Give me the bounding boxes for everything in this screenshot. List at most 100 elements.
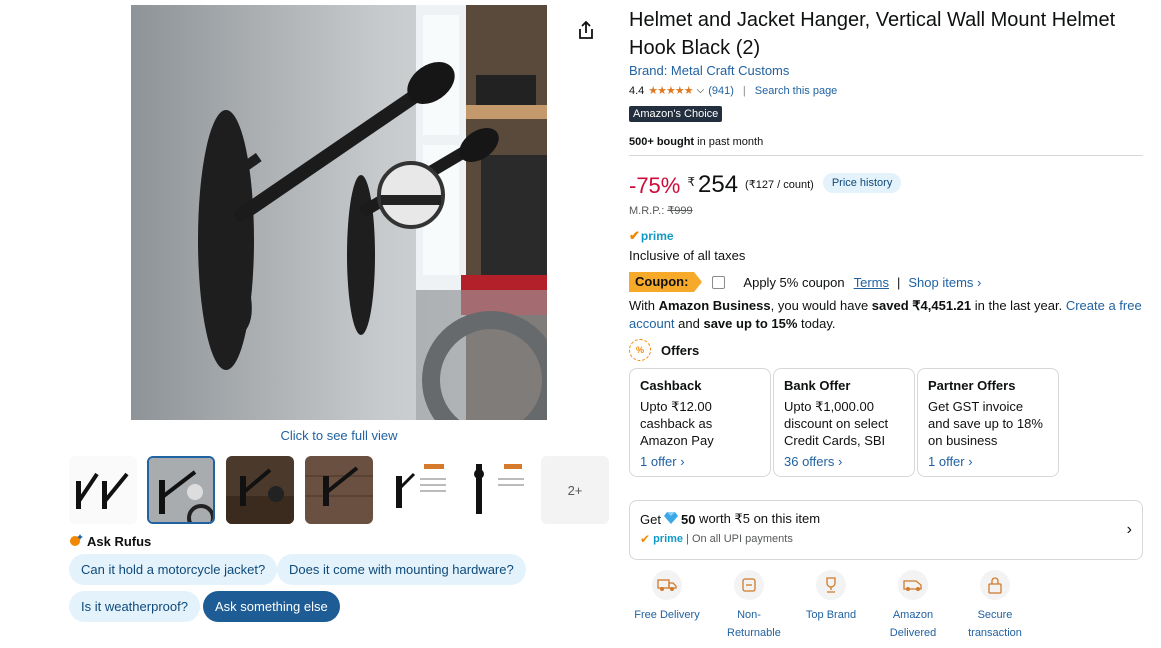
mrp: M.R.P.: ₹999 xyxy=(629,204,693,217)
coupon-text: Apply 5% coupon xyxy=(743,274,845,290)
separator: | xyxy=(742,84,746,97)
coupon-separator: | xyxy=(897,274,901,290)
offer-link[interactable]: 1 offer › xyxy=(640,453,760,470)
feature-label: Free Delivery xyxy=(634,609,700,621)
business-bold: Amazon Business xyxy=(658,298,771,313)
price-history-button[interactable]: Price history xyxy=(822,173,902,193)
ask-something-else-button[interactable]: Ask something else xyxy=(203,591,340,622)
offer-desc: Upto ₹12.00 cashback as Amazon Pay Balan… xyxy=(640,399,714,448)
amazon-business-info: With Amazon Business, you would have sav… xyxy=(629,297,1144,333)
coupon-terms-link[interactable]: Terms xyxy=(854,275,889,290)
click-full-view-link[interactable]: Click to see full view xyxy=(131,428,547,443)
prime-check-icon: ✔ xyxy=(629,228,640,243)
prime-text: prime xyxy=(640,229,674,243)
coupon-checkbox[interactable] xyxy=(712,275,726,289)
chevron-right-icon[interactable]: › xyxy=(1127,521,1132,539)
business-text: With xyxy=(629,298,659,313)
chevron-down-icon[interactable]: ⌵ xyxy=(697,85,705,96)
shop-items-link[interactable]: Shop items › xyxy=(908,275,981,290)
inclusive-taxes: Inclusive of all taxes xyxy=(629,248,746,263)
feature-label: Non-Returnable xyxy=(727,609,781,639)
thumbnail-6[interactable] xyxy=(462,456,530,524)
business-save-up: save up to 15% xyxy=(703,316,798,331)
currency-symbol: ₹ xyxy=(687,175,695,189)
share-icon[interactable] xyxy=(576,20,596,40)
trophy-icon xyxy=(816,570,846,600)
bought-count-bold: 500+ bought xyxy=(629,136,695,148)
business-text: today. xyxy=(797,316,836,331)
main-product-image[interactable] xyxy=(131,5,547,420)
offer-link[interactable]: 36 offers › xyxy=(784,453,904,470)
rufus-chip-jacket[interactable]: Can it hold a motorcycle jacket? xyxy=(69,554,278,585)
offer-card-partner[interactable]: Partner Offers Get GST invoice and save … xyxy=(917,368,1059,477)
supercoin-offer[interactable]: Get 50 worth ₹5 on this item ✔ prime | O… xyxy=(629,500,1143,560)
offer-desc: Upto ₹1,000.00 discount on select Credit… xyxy=(784,399,889,448)
offer-link[interactable]: 1 offer › xyxy=(928,453,1048,470)
business-saved: saved ₹4,451.21 xyxy=(871,298,972,313)
offer-desc: Get GST invoice and save up to 18% on bu… xyxy=(928,399,1043,448)
offers-heading: % Offers xyxy=(629,339,699,361)
offer-title: Partner Offers xyxy=(928,378,1016,393)
feature-top-brand[interactable]: Top Brand xyxy=(791,570,871,624)
offer-card-cashback[interactable]: Cashback Upto ₹12.00 cashback as Amazon … xyxy=(629,368,771,477)
thumbnail-5[interactable] xyxy=(384,456,452,524)
offer-percent-icon: % xyxy=(629,339,651,361)
feature-amazon-delivered[interactable]: Amazon Delivered xyxy=(873,570,953,642)
rufus-chip-hardware[interactable]: Does it come with mounting hardware? xyxy=(277,554,526,585)
business-text: , you would have xyxy=(770,298,872,313)
feature-label: Secure transaction xyxy=(968,609,1022,639)
rating-row: 4.4 ★★★★★ ⌵ (941) | Search this page xyxy=(629,84,838,98)
unit-price: (₹127 / count) xyxy=(745,179,814,191)
prime-check-icon: ✔ xyxy=(640,532,651,546)
diamond-icon xyxy=(663,511,678,527)
delivery-truck-icon xyxy=(652,570,682,600)
feature-label: Top Brand xyxy=(805,609,857,621)
rufus-chip-weatherproof[interactable]: Is it weatherproof? xyxy=(69,591,200,622)
offer-card-bank[interactable]: Bank Offer Upto ₹1,000.00 discount on se… xyxy=(773,368,915,477)
ask-rufus-label: Ask Rufus xyxy=(69,533,151,550)
supercoin-line: Get 50 worth ₹5 on this item xyxy=(640,511,1132,527)
supercoin-rest: worth ₹5 on this item xyxy=(695,511,821,526)
thumbnail-2[interactable] xyxy=(147,456,215,524)
prime-badge[interactable]: ✔ prime xyxy=(629,228,674,244)
upi-text: | On all UPI payments xyxy=(686,533,793,545)
no-return-icon xyxy=(734,570,764,600)
mrp-label: M.R.P.: xyxy=(629,205,668,217)
feature-free-delivery[interactable]: Free Delivery xyxy=(627,570,707,624)
amazon-van-icon xyxy=(898,570,928,600)
star-rating-icon[interactable]: ★★★★★ xyxy=(648,84,693,97)
feature-label: Amazon Delivered xyxy=(889,609,937,639)
offer-title: Bank Offer xyxy=(784,378,851,393)
discount-percent: -75% xyxy=(629,173,681,198)
ask-rufus-text: Ask Rufus xyxy=(87,534,152,549)
business-text: in the last year. xyxy=(971,298,1066,313)
thumbnail-4[interactable] xyxy=(305,456,373,524)
supercoin-prime-line: ✔ prime | On all UPI payments xyxy=(640,532,1132,546)
review-count-link[interactable]: (941) xyxy=(708,85,734,97)
bought-count-rest: in past month xyxy=(694,136,764,148)
amazons-choice-badge: Amazon's Choice xyxy=(629,106,723,122)
brand-link[interactable]: Brand: Metal Craft Customs xyxy=(629,63,789,78)
mrp-value: ₹999 xyxy=(667,205,693,217)
divider xyxy=(629,155,1143,156)
price-row: -75% ₹ 254 (₹127 / count) Price history xyxy=(629,170,902,199)
more-images-button[interactable]: 2+ xyxy=(541,456,609,524)
feature-secure-transaction[interactable]: Secure transaction xyxy=(955,570,1035,642)
thumbnail-1[interactable] xyxy=(69,456,137,524)
offer-title: Cashback xyxy=(640,378,702,393)
coupon-tag: Coupon: xyxy=(629,272,703,292)
supercoin-amount: 50 xyxy=(680,511,696,527)
thumbnail-3[interactable] xyxy=(226,456,294,524)
rating-value: 4.4 xyxy=(629,84,645,97)
rufus-icon xyxy=(69,533,83,550)
lock-icon xyxy=(980,570,1010,600)
feature-non-returnable[interactable]: Non-Returnable xyxy=(709,570,789,642)
prime-text: prime xyxy=(653,533,684,545)
search-this-page-link[interactable]: Search this page xyxy=(755,85,838,97)
coupon-row: Coupon: Apply 5% coupon Terms | Shop ite… xyxy=(629,272,981,292)
offers-title: Offers xyxy=(661,342,700,358)
price-value: 254 xyxy=(698,171,739,198)
bought-count: 500+ bought in past month xyxy=(629,136,763,148)
supercoin-get: Get xyxy=(640,511,661,527)
business-text: and xyxy=(674,316,704,331)
